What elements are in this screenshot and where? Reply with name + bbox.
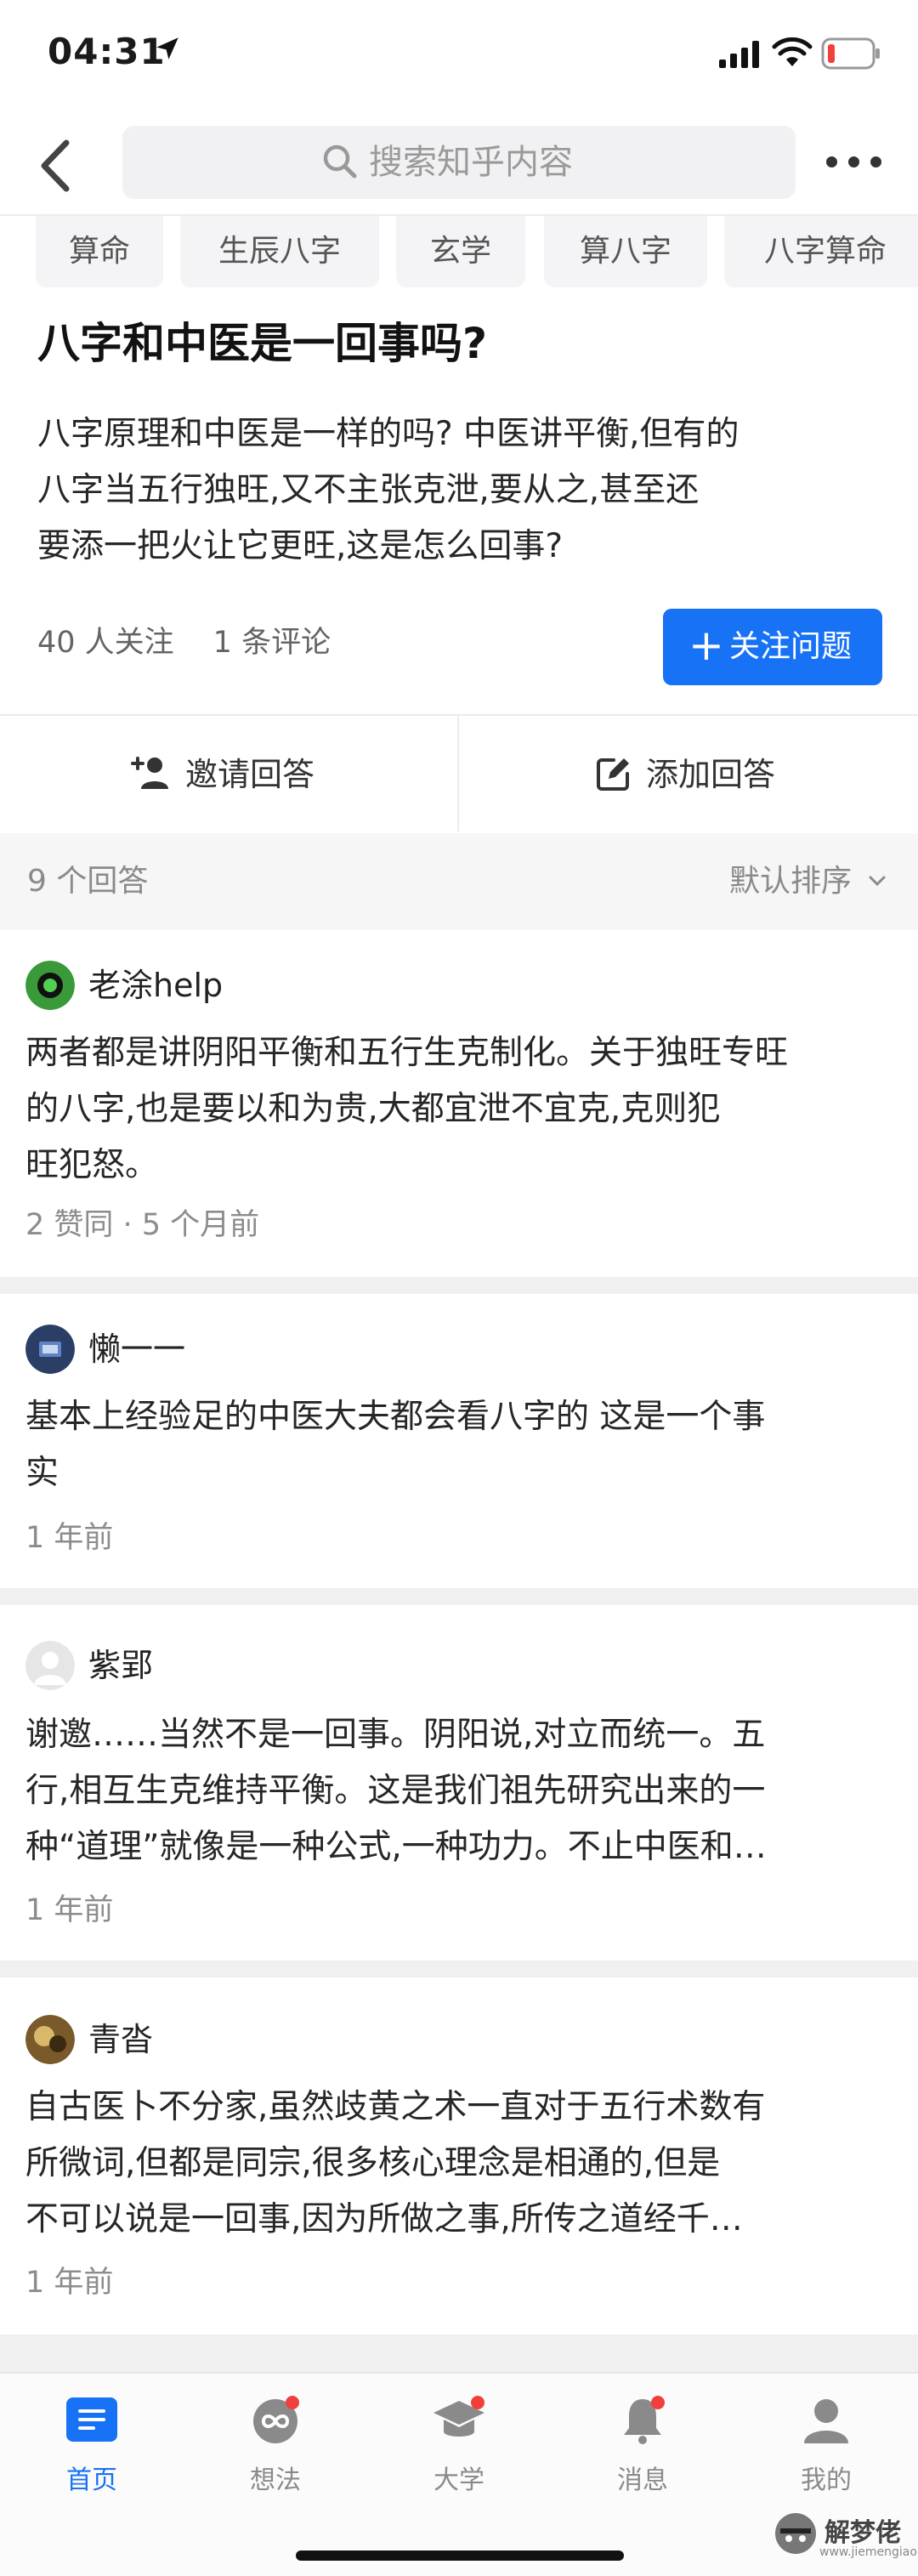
- description-line: 要添一把火让它更旺,这是怎么回事?: [37, 527, 564, 565]
- author-name[interactable]: 青沓: [88, 2015, 153, 2064]
- separator: [0, 1277, 918, 1294]
- answer-excerpt: 自古医卜不分家,虽然歧黄之术一直对于五行术数有 所微词,但都是同宗,很多核心理念…: [26, 2080, 892, 2248]
- search-placeholder: 搜索知乎内容: [369, 143, 573, 182]
- answer-item[interactable]: 老涂help 两者都是讲阴阳平衡和五行生克制化。关于独旺专旺 的八字,也是要以和…: [0, 930, 918, 1277]
- excerpt-line: 所微词,但都是同宗,很多核心理念是相通的,但是: [26, 2144, 721, 2182]
- tag-chip[interactable]: 玄学: [396, 216, 525, 287]
- question-meta: 40 人关注 1 条评论: [37, 622, 370, 663]
- tab-messages[interactable]: 消息: [551, 2374, 734, 2544]
- author-name[interactable]: 懒一一: [88, 1325, 185, 1374]
- answer-meta: 2 赞同 · 5 个月前: [26, 1208, 260, 1242]
- bell-icon: [624, 2396, 665, 2444]
- tag-chip[interactable]: 算八字: [544, 216, 707, 287]
- excerpt-line: 基本上经验足的中医大夫都会看八字的 这是一个事: [26, 1398, 766, 1436]
- home-indicator: [296, 2550, 624, 2561]
- answer-count: 9 个回答: [27, 864, 149, 899]
- author-name[interactable]: 紫郢: [88, 1641, 153, 1690]
- avatar[interactable]: [26, 2015, 75, 2064]
- follow-question-button[interactable]: + 关注问题: [663, 609, 882, 685]
- invite-answer-button[interactable]: 邀请回答: [0, 716, 457, 831]
- tab-label: 消息: [617, 2465, 668, 2495]
- avatar-image: [26, 2015, 75, 2064]
- author-name[interactable]: 老涂help: [88, 961, 223, 1010]
- answer-excerpt: 两者都是讲阴阳平衡和五行生克制化。关于独旺专旺 的八字,也是要以和为贵,大都宜泄…: [26, 1025, 892, 1194]
- answer-item[interactable]: 懒一一 基本上经验足的中医大夫都会看八字的 这是一个事 实 1 年前: [0, 1294, 918, 1588]
- watermark: 解梦佬 www.jiemengiao.com: [768, 2503, 918, 2571]
- separator: [0, 1960, 918, 1977]
- separator: [0, 2335, 918, 2372]
- followers-count[interactable]: 40 人关注: [37, 626, 174, 660]
- edit-icon: [597, 758, 629, 791]
- excerpt-line: 谢邀……当然不是一回事。阴阳说,对立而统一。五: [26, 1716, 766, 1754]
- plus-icon: +: [688, 621, 724, 670]
- avatar-image: [26, 961, 75, 1010]
- university-icon: [434, 2396, 484, 2437]
- profile-icon: [804, 2399, 848, 2443]
- answer-meta: 1 年前: [26, 1521, 114, 1555]
- more-options-button[interactable]: [824, 145, 884, 179]
- search-input[interactable]: 搜索知乎内容: [122, 126, 796, 199]
- excerpt-line: 旺犯怒。: [26, 1146, 159, 1184]
- tab-label: 首页: [66, 2465, 117, 2495]
- avatar[interactable]: [26, 961, 75, 1010]
- answers-header: 9 个回答 默认排序: [0, 833, 918, 930]
- tag-chip[interactable]: 算命: [36, 216, 163, 287]
- excerpt-line: 行,相互生克维持平衡。这是我们祖先研究出来的一: [26, 1772, 766, 1810]
- excerpt-line: 的八字,也是要以和为贵,大都宜泄不宜克,克则犯: [26, 1090, 721, 1128]
- follow-question-label: 关注问题: [729, 629, 853, 664]
- invite-answer-label: 邀请回答: [185, 756, 315, 793]
- location-arrow-icon: [156, 37, 178, 60]
- description-line: 八字当五行独旺,又不主张克泄,要从之,甚至还: [37, 471, 700, 509]
- answer-meta: 1 年前: [26, 2266, 114, 2300]
- answer-excerpt: 谢邀……当然不是一回事。阴阳说,对立而统一。五 行,相互生克维持平衡。这是我们祖…: [26, 1707, 892, 1875]
- avatar[interactable]: [26, 1325, 75, 1374]
- watermark-url: www.jiemengiao.com: [819, 2545, 918, 2559]
- wifi-icon: [772, 37, 813, 66]
- add-answer-button[interactable]: 添加回答: [459, 716, 916, 831]
- sort-dropdown[interactable]: 默认排序: [729, 860, 852, 903]
- battery-low-icon: [821, 37, 880, 70]
- tag-chip[interactable]: 八字算命: [724, 216, 918, 287]
- excerpt-line: 不可以说是一回事,因为所做之事,所传之道经千…: [26, 2200, 743, 2238]
- cellular-signal-icon: [719, 41, 759, 68]
- excerpt-line: 实: [26, 1454, 60, 1492]
- status-bar: 04:31: [0, 0, 918, 111]
- tag-chip[interactable]: 生辰八字: [180, 216, 379, 287]
- chevron-down-icon: [869, 876, 886, 887]
- avatar-image: [26, 1641, 75, 1690]
- comments-count[interactable]: 1 条评论: [213, 626, 331, 660]
- add-person-icon: [131, 757, 168, 789]
- description-line: 八字原理和中医是一样的吗? 中医讲平衡,但有的: [37, 415, 740, 453]
- status-time: 04:31: [48, 31, 166, 72]
- idea-icon: [253, 2396, 299, 2443]
- back-button[interactable]: [34, 136, 76, 196]
- answer-item[interactable]: 青沓 自古医卜不分家,虽然歧黄之术一直对于五行术数有 所微词,但都是同宗,很多核…: [0, 1977, 918, 2335]
- home-icon: [66, 2397, 117, 2442]
- answer-item[interactable]: 紫郢 谢邀……当然不是一回事。阴阳说,对立而统一。五 行,相互生克维持平衡。这是…: [0, 1605, 918, 1960]
- watermark-text: 解梦佬: [824, 2518, 901, 2548]
- add-answer-label: 添加回答: [646, 756, 776, 793]
- tab-label: 大学: [434, 2465, 484, 2495]
- excerpt-line: 自古医卜不分家,虽然歧黄之术一直对于五行术数有: [26, 2088, 766, 2126]
- tab-university[interactable]: 大学: [367, 2374, 551, 2544]
- separator: [0, 1588, 918, 1605]
- tab-label: 我的: [801, 2465, 852, 2495]
- question-title: 八字和中医是一回事吗?: [37, 319, 488, 368]
- topic-tags: 算命 生辰八字 玄学 算八字 八字算命: [0, 216, 918, 292]
- avatar[interactable]: [26, 1641, 75, 1690]
- excerpt-line: 种“道理”就像是一种公式,一种功力。不止中医和…: [26, 1828, 767, 1866]
- watermark-logo-icon: [775, 2513, 816, 2554]
- tab-home[interactable]: 首页: [0, 2374, 184, 2544]
- answer-excerpt: 基本上经验足的中医大夫都会看八字的 这是一个事 实: [26, 1389, 892, 1501]
- tab-label: 想法: [250, 2465, 301, 2495]
- avatar-image: [26, 1325, 75, 1374]
- question-description: 八字原理和中医是一样的吗? 中医讲平衡,但有的 八字当五行独旺,又不主张克泄,要…: [37, 406, 887, 575]
- tab-ideas[interactable]: 想法: [184, 2374, 367, 2544]
- excerpt-line: 两者都是讲阴阳平衡和五行生克制化。关于独旺专旺: [26, 1034, 789, 1072]
- search-icon: [323, 145, 357, 179]
- answer-meta: 1 年前: [26, 1893, 114, 1927]
